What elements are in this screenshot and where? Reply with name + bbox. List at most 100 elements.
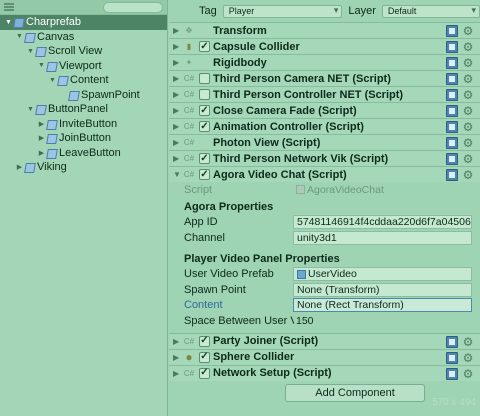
- collapse-arrow-icon[interactable]: ▶: [173, 138, 183, 147]
- enable-checkbox[interactable]: [199, 89, 210, 100]
- gear-icon[interactable]: ⚙: [462, 336, 474, 348]
- channel-field[interactable]: unity3d1: [293, 230, 472, 245]
- gear-icon[interactable]: ⚙: [462, 137, 474, 149]
- enable-checkbox[interactable]: ✓: [199, 351, 210, 363]
- component-header[interactable]: ▼ C# ✓ Agora Video Chat (Script) ⚙: [169, 166, 480, 182]
- collapse-arrow-icon[interactable]: ▶: [173, 337, 183, 346]
- gear-icon[interactable]: ⚙: [462, 57, 474, 69]
- hierarchy-item[interactable]: ▶ InviteButton: [0, 117, 167, 132]
- hierarchy-item[interactable]: ▶ Viking: [0, 160, 167, 175]
- collapse-arrow-icon[interactable]: ▶: [173, 26, 183, 35]
- component-header[interactable]: ▶ C# ✓ Close Camera Fade (Script) ⚙: [169, 102, 480, 118]
- script-field[interactable]: AgoraVideoChat: [293, 183, 472, 197]
- enable-checkbox[interactable]: ✓: [199, 335, 210, 347]
- component-header[interactable]: ▶ C# ✓ Party Joiner (Script) ⚙: [169, 332, 480, 349]
- collapse-arrow-icon[interactable]: ▶: [173, 106, 183, 115]
- app-id-field[interactable]: 57481146914f4cddaa220d6f7a045063: [293, 215, 472, 230]
- collapse-arrow-icon[interactable]: ▶: [173, 353, 183, 362]
- enable-checkbox[interactable]: ✓: [199, 41, 210, 52]
- help-book-icon[interactable]: [446, 105, 458, 117]
- help-book-icon[interactable]: [446, 137, 458, 149]
- gear-icon[interactable]: ⚙: [462, 73, 474, 85]
- app-id-row: App ID 57481146914f4cddaa220d6f7a045063: [169, 215, 480, 231]
- gear-icon[interactable]: ⚙: [462, 25, 474, 37]
- hierarchy-item-label: Scroll View: [48, 45, 103, 58]
- hierarchy-item[interactable]: ▶ LeaveButton: [0, 146, 167, 161]
- component-header[interactable]: ▶ ✥ Transform ⚙: [169, 22, 480, 38]
- collapse-arrow-icon[interactable]: ▶: [173, 90, 183, 99]
- expand-arrow-icon[interactable]: ▼: [37, 61, 46, 70]
- help-book-icon[interactable]: [446, 367, 458, 380]
- gear-icon[interactable]: ⚙: [462, 89, 474, 101]
- gameobject-icon: [46, 133, 56, 143]
- help-book-icon[interactable]: [446, 351, 458, 364]
- gear-icon[interactable]: ⚙: [462, 121, 474, 133]
- hierarchy-item[interactable]: ▶ JoinButton: [0, 131, 167, 146]
- enable-checkbox[interactable]: ✓: [199, 105, 210, 116]
- component-header[interactable]: ▶ C# ✓ Network Setup (Script) ⚙: [169, 364, 480, 381]
- hierarchy-item[interactable]: ▼ Scroll View: [0, 44, 167, 59]
- enable-checkbox[interactable]: ✓: [199, 121, 210, 132]
- menu-icon[interactable]: [4, 3, 14, 11]
- component-header[interactable]: ▶ C# Photon View (Script) ⚙: [169, 134, 480, 150]
- expand-arrow-icon[interactable]: ▼: [15, 32, 24, 41]
- collapse-arrow-icon[interactable]: ▶: [173, 42, 183, 51]
- help-book-icon[interactable]: [446, 57, 458, 69]
- collapse-arrow-icon[interactable]: ▶: [173, 74, 183, 83]
- help-book-icon[interactable]: [446, 153, 458, 165]
- hierarchy-item[interactable]: ▼ ButtonPanel: [0, 102, 167, 117]
- gear-icon[interactable]: ⚙: [462, 352, 474, 364]
- gear-icon[interactable]: ⚙: [462, 153, 474, 165]
- expand-arrow-icon[interactable]: ▼: [48, 76, 57, 85]
- hierarchy-item[interactable]: ▼ Charprefab: [0, 15, 167, 30]
- user-video-prefab-field[interactable]: UserVideo: [293, 267, 472, 282]
- content-field[interactable]: None (Rect Transform): [293, 298, 472, 313]
- expand-arrow-icon[interactable]: ▼: [26, 105, 35, 114]
- expand-arrow-icon[interactable]: ▼: [4, 18, 13, 27]
- gear-icon[interactable]: ⚙: [462, 169, 474, 181]
- layer-dropdown[interactable]: Default: [381, 4, 480, 18]
- component-header[interactable]: ▶ C# ✓ Animation Controller (Script) ⚙: [169, 118, 480, 134]
- component-header[interactable]: ▶ C# Third Person Controller NET (Script) ⚙: [169, 86, 480, 102]
- collapse-arrow-icon[interactable]: ▶: [37, 119, 46, 128]
- help-book-icon[interactable]: [446, 169, 458, 181]
- spawn-point-field[interactable]: None (Transform): [293, 282, 472, 297]
- expand-arrow-icon[interactable]: ▼: [173, 170, 183, 179]
- help-book-icon[interactable]: [446, 89, 458, 101]
- collapse-arrow-icon[interactable]: ▶: [15, 163, 24, 172]
- help-book-icon[interactable]: [446, 25, 458, 37]
- help-book-icon[interactable]: [446, 335, 458, 348]
- help-book-icon[interactable]: [446, 121, 458, 133]
- help-book-icon[interactable]: [446, 41, 458, 53]
- component-header[interactable]: ▶ ✦ Rigidbody ⚙: [169, 54, 480, 70]
- hierarchy-search-input[interactable]: [103, 1, 163, 13]
- component-header[interactable]: ▶ ▮ ✓ Capsule Collider ⚙: [169, 38, 480, 54]
- enable-checkbox[interactable]: ✓: [199, 367, 210, 379]
- collapse-arrow-icon[interactable]: ▶: [37, 134, 46, 143]
- add-component-button[interactable]: Add Component: [285, 384, 425, 402]
- hierarchy-item-label: Viking: [37, 161, 67, 174]
- space-between-field[interactable]: 150: [293, 314, 472, 328]
- gear-icon[interactable]: ⚙: [462, 105, 474, 117]
- hierarchy-item[interactable]: SpawnPoint: [0, 88, 167, 103]
- hierarchy-item[interactable]: ▼ Canvas: [0, 30, 167, 45]
- component-tools: ⚙: [446, 105, 474, 117]
- collapse-arrow-icon[interactable]: ▶: [173, 154, 183, 163]
- help-book-icon[interactable]: [446, 73, 458, 85]
- component-header[interactable]: ▶ C# Third Person Camera NET (Script) ⚙: [169, 70, 480, 86]
- hierarchy-item[interactable]: ▼ Content: [0, 73, 167, 88]
- enable-checkbox[interactable]: ✓: [199, 169, 210, 180]
- collapse-arrow-icon[interactable]: ▶: [173, 122, 183, 131]
- component-header[interactable]: ▶ ● ✓ Sphere Collider ⚙: [169, 348, 480, 365]
- collapse-arrow-icon[interactable]: ▶: [173, 369, 183, 378]
- tag-dropdown[interactable]: Player: [222, 4, 343, 18]
- hierarchy-item[interactable]: ▼ Viewport: [0, 59, 167, 74]
- expand-arrow-icon[interactable]: ▼: [26, 47, 35, 56]
- component-header[interactable]: ▶ C# ✓ Third Person Network Vik (Script) ⚙: [169, 150, 480, 166]
- enable-checkbox[interactable]: ✓: [199, 153, 210, 164]
- collapse-arrow-icon[interactable]: ▶: [37, 148, 46, 157]
- enable-checkbox[interactable]: [199, 73, 210, 84]
- gear-icon[interactable]: ⚙: [462, 41, 474, 53]
- collapse-arrow-icon[interactable]: ▶: [173, 58, 183, 67]
- gear-icon[interactable]: ⚙: [462, 368, 474, 380]
